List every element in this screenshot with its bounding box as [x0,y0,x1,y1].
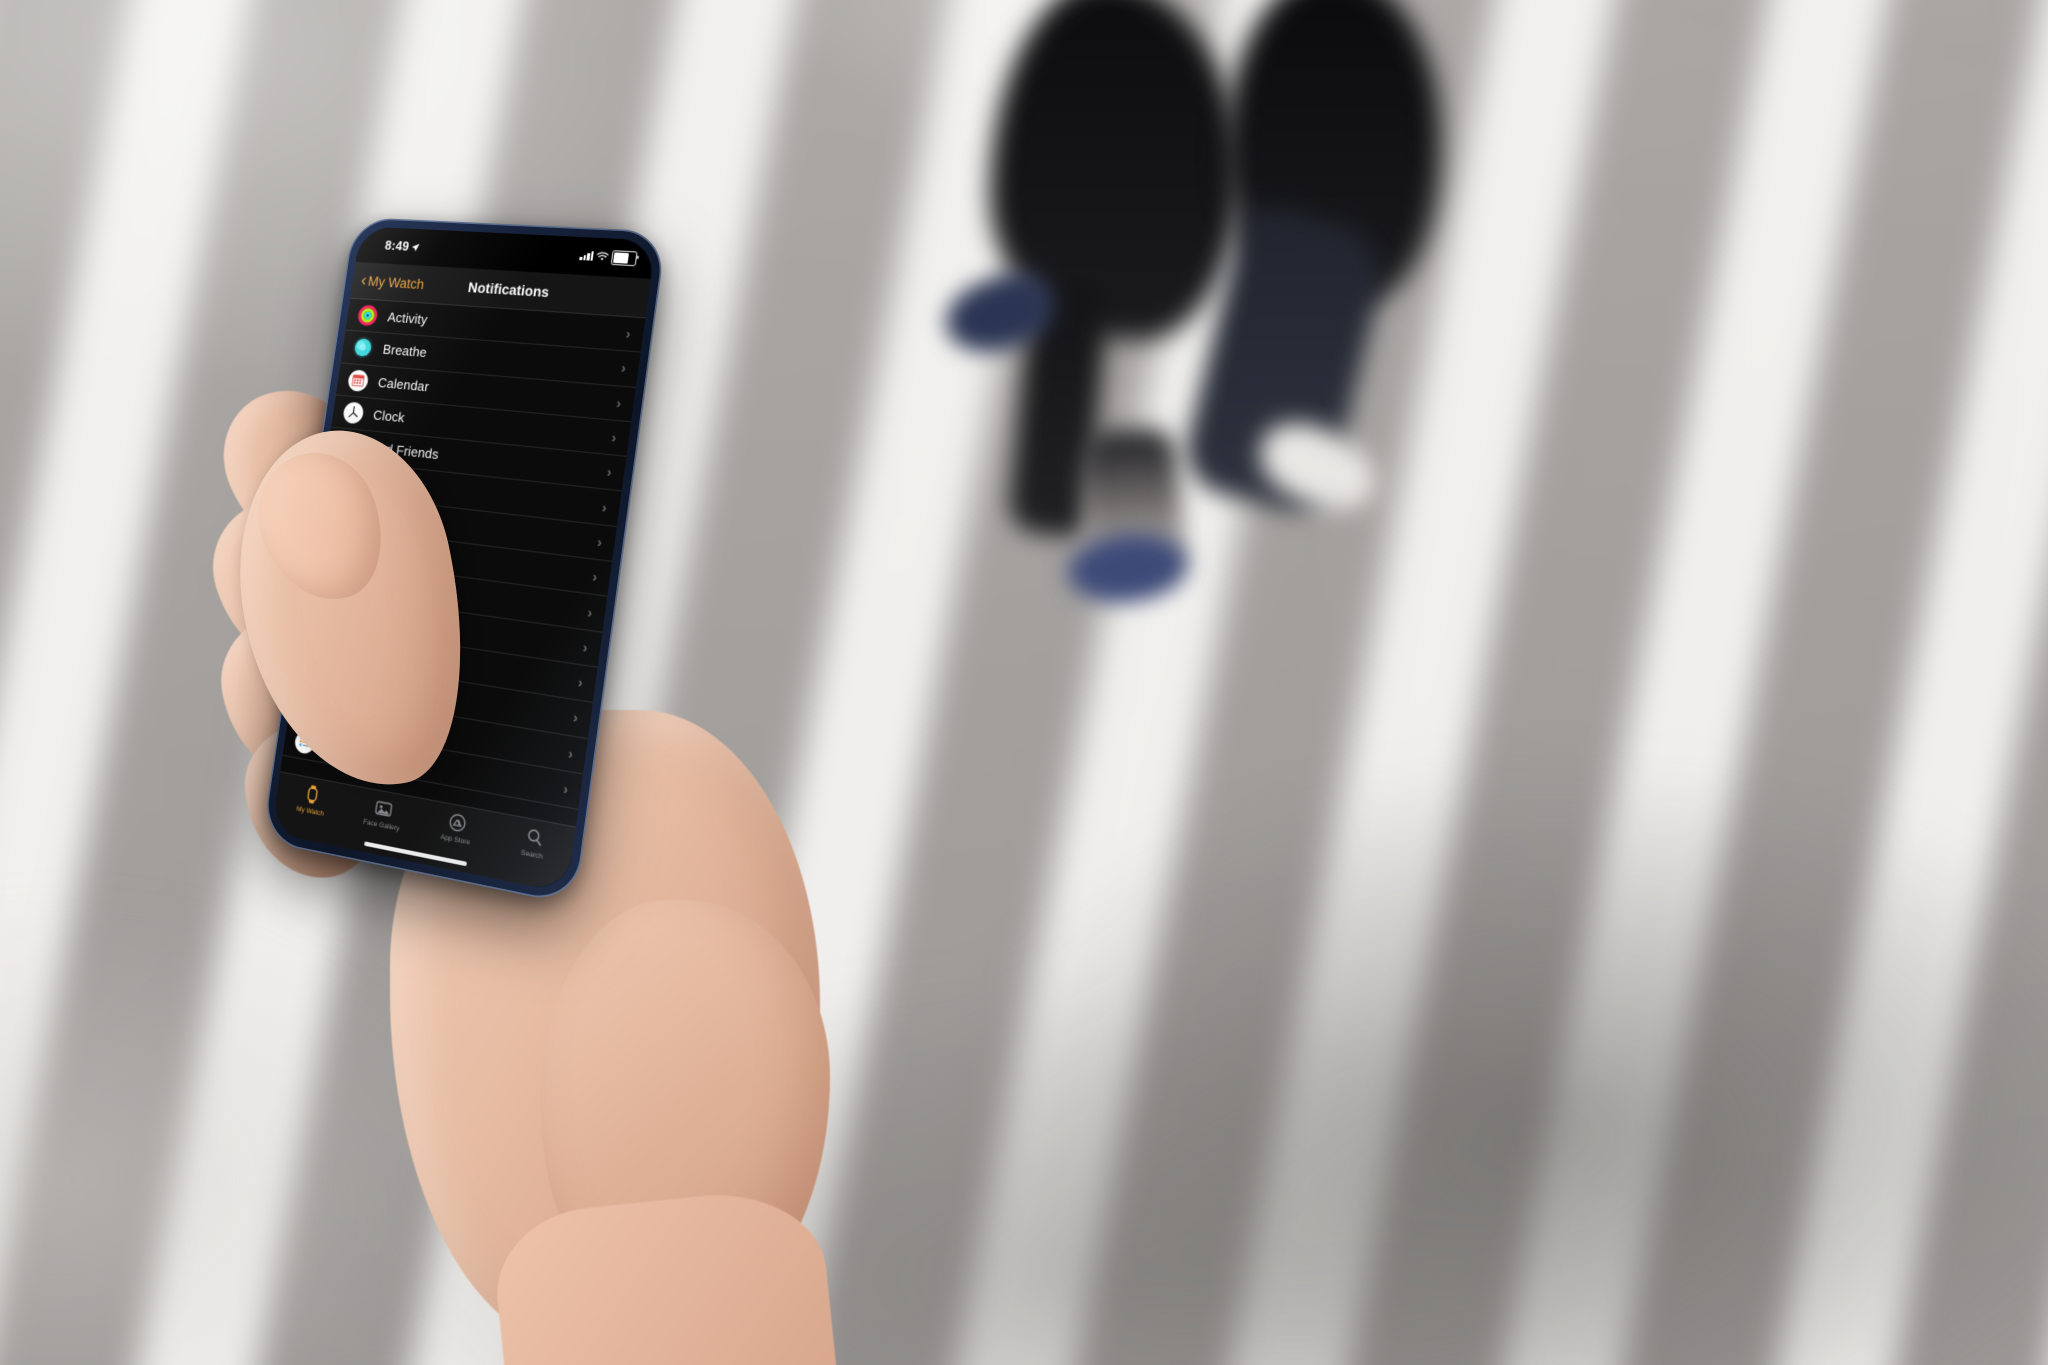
tab-label: My Watch [296,804,325,818]
back-button-label: My Watch [367,273,426,292]
tab-label: Face Gallery [362,817,401,833]
watch-icon [305,783,320,806]
chevron-right-icon: › [591,568,599,586]
clock-icon [342,401,365,425]
status-time-group: 8:49 [384,238,421,254]
status-time: 8:49 [383,238,411,254]
chevron-right-icon: › [577,674,584,692]
notch [437,230,568,261]
wifi-icon [596,251,610,261]
tab-label: Search [520,848,544,861]
chevron-right-icon: › [581,638,589,656]
app-store-icon [448,810,468,835]
chevron-right-icon: › [601,498,608,516]
calendar-icon [346,368,370,392]
chevron-right-icon: › [562,780,570,798]
chevron-right-icon: › [620,360,627,377]
tab-face-gallery[interactable]: Face Gallery [345,791,422,836]
chevron-right-icon: › [605,464,613,481]
chevron-right-icon: › [572,709,579,727]
chevron-right-icon: › [610,429,618,446]
battery-icon [610,250,638,266]
chevron-right-icon: › [624,325,632,343]
gallery-icon [374,796,393,820]
search-icon [524,824,544,849]
chevron-right-icon: › [596,533,604,551]
tab-app-store[interactable]: App Store [417,804,497,850]
photo-scene: 8:49 ‹ My Watch Notifications Activity ›… [0,0,2048,1365]
chevron-right-icon: › [567,744,575,763]
back-button[interactable]: ‹ My Watch [360,270,426,292]
tab-search[interactable]: Search [493,819,575,867]
chevron-right-icon: › [586,603,594,621]
cellular-signal-icon [579,251,594,261]
tab-label: App Store [440,832,471,847]
activity-rings-icon [356,304,379,327]
tab-my-watch[interactable]: My Watch [275,777,350,821]
chevron-right-icon: › [615,394,623,412]
status-indicators [579,249,638,266]
location-arrow-icon [411,242,420,252]
breathe-icon [351,336,375,360]
